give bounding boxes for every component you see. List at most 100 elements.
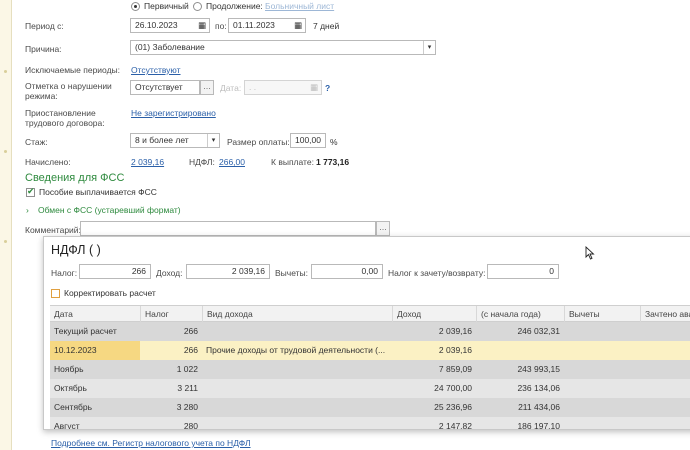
suspension-label-line2: трудового договора:	[25, 118, 105, 128]
experience-select[interactable]: 8 и более лет ▾	[130, 133, 220, 148]
cell-date: Ноябрь	[54, 364, 84, 374]
tax-label: Налог:	[51, 268, 78, 278]
violation-value: Отсутствует	[135, 82, 183, 92]
column-header[interactable]: Доход	[392, 306, 476, 323]
tax-offset-value: 0	[549, 266, 554, 276]
table-row[interactable]: Октябрь 3 211 24 700,00 236 134,06	[50, 379, 690, 398]
cell-ytd: 246 032,31	[517, 326, 560, 336]
comment-ellipsis-button[interactable]: …	[376, 221, 390, 236]
radio-primary-label: Первичный	[144, 1, 189, 11]
date-from-value: 26.10.2023	[135, 20, 178, 30]
reason-select[interactable]: (01) Заболевание ▾	[130, 40, 436, 55]
calendar-icon[interactable]: ▦	[310, 81, 318, 94]
ndfl-register-link[interactable]: Подробнее см. Регистр налогового учета п…	[51, 438, 251, 448]
fss-section-title: Сведения для ФСС	[25, 172, 125, 184]
strip-marker	[4, 240, 7, 243]
cell-ytd: 211 434,06	[518, 402, 560, 412]
cell-income-type	[202, 398, 392, 417]
table-row[interactable]: Ноябрь 1 022 7 859,09 243 993,15	[50, 360, 690, 379]
fss-exchange-link[interactable]: Обмен с ФСС (устаревший формат)	[38, 205, 181, 215]
experience-label: Стаж:	[25, 137, 48, 147]
reason-value: (01) Заболевание	[135, 42, 205, 52]
date-to-value: 01.11.2023	[233, 20, 275, 30]
table-row[interactable]: Сентябрь 3 280 25 236,96 211 434,06	[50, 398, 690, 417]
cell-income-type	[202, 417, 392, 429]
suspension-label-line1: Приостановление	[25, 108, 96, 118]
table-header: Дата Налог Вид дохода Доход (с начала го…	[50, 305, 690, 323]
cell-income-type	[202, 360, 392, 379]
period-from-label: Период с:	[25, 21, 64, 31]
cell-income-type: Прочие доходы от трудовой деятельности (…	[206, 345, 386, 355]
ndfl-label: НДФЛ:	[189, 157, 215, 167]
deductions-input[interactable]: 0,00	[311, 264, 383, 279]
pay-size-input[interactable]: 100,00	[290, 133, 326, 148]
chevron-down-icon[interactable]: ▾	[207, 134, 219, 147]
tax-input[interactable]: 266	[79, 264, 151, 279]
chevron-down-icon[interactable]: ▾	[423, 41, 435, 54]
column-header[interactable]: Дата	[50, 306, 140, 323]
cell-tax: 1 022	[176, 364, 198, 374]
pay-size-label: Размер оплаты:	[227, 137, 290, 147]
income-input[interactable]: 2 039,16	[186, 264, 270, 279]
continuation-link[interactable]: Больничный лист	[265, 1, 334, 11]
cell-date: Октябрь	[54, 383, 87, 393]
violation-label-line2: режима:	[25, 91, 58, 101]
calendar-icon[interactable]: ▦	[198, 19, 206, 32]
ndfl-link[interactable]: 266,00	[219, 157, 245, 167]
accrued-link[interactable]: 2 039,16	[131, 157, 164, 167]
suspension-link[interactable]: Не зарегистрировано	[131, 108, 216, 118]
comment-label: Комментарий:	[25, 225, 81, 235]
mouse-cursor-icon	[585, 246, 595, 260]
excluded-periods-link[interactable]: Отсутствуют	[131, 65, 181, 75]
help-icon[interactable]: ?	[325, 83, 330, 93]
cell-income-type	[202, 322, 392, 341]
cell-date: 10.12.2023	[50, 341, 140, 360]
table-row[interactable]: 10.12.2023 266 Прочие доходы от трудовой…	[50, 341, 690, 360]
cell-tax: 3 280	[176, 402, 198, 412]
date-from-input[interactable]: 26.10.2023 ▦	[130, 18, 210, 33]
cell-income: 24 700,00	[434, 383, 472, 393]
table-row[interactable]: Август 280 2 147,82 186 197,10	[50, 417, 690, 429]
pay-size-unit: %	[330, 137, 338, 147]
calendar-icon[interactable]: ▦	[294, 19, 302, 32]
cell-ytd: 243 993,15	[517, 364, 560, 374]
strip-marker	[4, 70, 7, 73]
tax-offset-label: Налог к зачету/возврату:	[388, 268, 486, 278]
column-header[interactable]: Вычеты	[564, 306, 640, 323]
date-to-input[interactable]: 01.11.2023 ▦	[228, 18, 306, 33]
ndfl-popup-title: НДФЛ ( )	[51, 243, 101, 257]
violation-input[interactable]: Отсутствует	[130, 80, 200, 95]
radio-primary[interactable]	[131, 2, 140, 11]
deductions-label: Вычеты:	[275, 268, 309, 278]
column-header[interactable]: Зачтено ава	[640, 306, 690, 323]
violation-date-input[interactable]: . . ▦	[244, 80, 322, 95]
cell-date: Август	[54, 421, 80, 429]
excluded-periods-label: Исключаемые периоды:	[25, 65, 121, 75]
cell-date: Текущий расчет	[54, 326, 117, 336]
violation-label-line1: Отметка о нарушении	[25, 81, 112, 91]
cell-tax: 280	[183, 421, 198, 429]
violation-ellipsis-button[interactable]: …	[200, 80, 214, 95]
table-row[interactable]: Текущий расчет 266 2 039,16 246 032,31	[50, 322, 690, 341]
days-count: 7 дней	[313, 21, 340, 31]
tax-offset-input[interactable]: 0	[487, 264, 559, 279]
deductions-value: 0,00	[361, 266, 378, 276]
correct-calc-checkbox[interactable]	[51, 289, 60, 298]
comment-input[interactable]	[80, 221, 376, 236]
fss-benefit-checkbox[interactable]	[26, 186, 35, 197]
column-header[interactable]: Налог	[140, 306, 202, 323]
cell-ytd: 186 197,10	[517, 421, 560, 429]
cell-income: 2 039,16	[438, 326, 472, 336]
income-value: 2 039,16	[231, 266, 265, 276]
cell-income: 7 859,09	[438, 364, 472, 374]
column-header[interactable]: Вид дохода	[202, 306, 392, 323]
strip-marker	[4, 150, 7, 153]
chevron-right-icon[interactable]: ›	[26, 205, 29, 215]
cell-tax: 266	[183, 345, 198, 355]
column-header[interactable]: (с начала года)	[476, 306, 564, 323]
radio-continuation-label: Продолжение:	[206, 1, 263, 11]
accrued-label: Начислено:	[25, 157, 71, 167]
cell-tax: 3 211	[177, 383, 198, 393]
radio-continuation[interactable]	[193, 2, 202, 11]
reason-label: Причина:	[25, 44, 62, 54]
